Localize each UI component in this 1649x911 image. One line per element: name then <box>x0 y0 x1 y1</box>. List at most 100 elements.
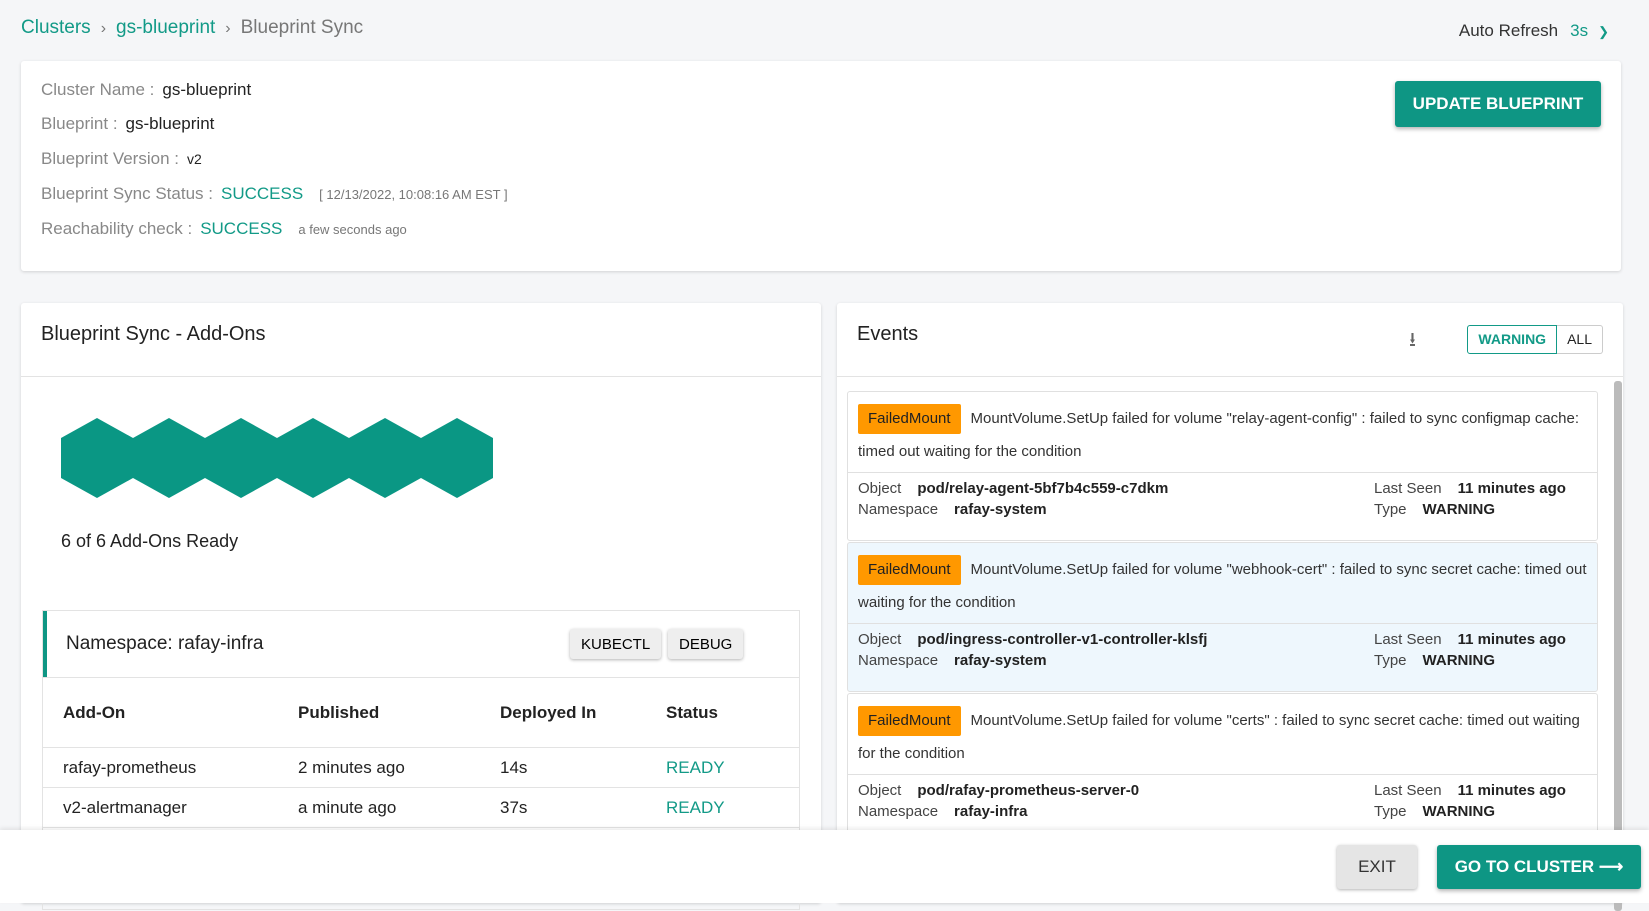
chevron-down-icon: ❯ <box>1598 24 1609 39</box>
event-reason-badge: FailedMount <box>858 404 961 434</box>
accent-bar <box>43 611 47 677</box>
event-namespace: Namespace rafay-infra <box>858 803 1027 820</box>
addons-panel: Blueprint Sync - Add-Ons 6 of 6 Add-Ons … <box>21 303 821 910</box>
namespace-title: Namespace: rafay-infra <box>66 633 264 654</box>
event-item: FailedMount MountVolume.SetUp failed for … <box>847 391 1598 541</box>
label: Blueprint : <box>41 114 118 133</box>
label: Blueprint Version : <box>41 149 179 168</box>
addon-hexagon[interactable] <box>277 418 349 498</box>
auto-refresh-value: 3s <box>1570 21 1589 40</box>
label: Object <box>858 480 902 497</box>
value: rafay-system <box>954 501 1047 518</box>
event-type: Type WARNING <box>1374 501 1495 518</box>
breadcrumb-clusters[interactable]: Clusters <box>21 17 91 38</box>
event-reason-badge: FailedMount <box>858 706 961 736</box>
blueprint-version: v2 <box>186 151 202 167</box>
divider <box>21 376 821 377</box>
value: 11 minutes ago <box>1457 631 1566 648</box>
update-blueprint-button[interactable]: UPDATE BLUEPRINT <box>1395 81 1601 127</box>
event-namespace: Namespace rafay-system <box>858 652 1047 669</box>
go-to-cluster-button[interactable]: GO TO CLUSTER ⟶ <box>1437 845 1641 889</box>
label: Type <box>1374 652 1407 669</box>
value: pod/relay-agent-5bf7b4c559-c7dkm <box>917 480 1169 497</box>
download-icon[interactable]: ⭳ <box>1409 325 1416 359</box>
column-header: Published <box>278 677 480 748</box>
value: rafay-system <box>954 652 1047 669</box>
breadcrumb-cluster[interactable]: gs-blueprint <box>116 17 215 38</box>
label: Object <box>858 782 902 799</box>
addons-ready-text: 6 of 6 Add-Ons Ready <box>61 531 239 551</box>
go-label: GO TO CLUSTER <box>1454 857 1595 876</box>
addon-hexagon[interactable] <box>61 418 133 498</box>
value: 11 minutes ago <box>1457 480 1566 497</box>
addon-hexagon[interactable] <box>349 418 421 498</box>
label: Cluster Name : <box>41 80 155 99</box>
debug-button[interactable]: DEBUG <box>668 629 744 659</box>
panel-title: Events <box>857 323 919 345</box>
sync-status: SUCCESS <box>220 184 304 203</box>
event-header: FailedMount MountVolume.SetUp failed for … <box>848 543 1597 624</box>
value: pod/ingress-controller-v1-controller-kls… <box>917 631 1208 648</box>
label: Type <box>1374 501 1407 518</box>
sync-time: [ 12/13/2022, 10:08:16 AM EST ] <box>319 187 508 202</box>
status: READY <box>646 787 799 828</box>
addons-table: Add-On Published Deployed In Status rafa… <box>43 677 799 828</box>
label: Last Seen <box>1374 631 1442 648</box>
event-namespace: Namespace rafay-system <box>858 501 1047 518</box>
label: Object <box>858 631 902 648</box>
reachability-status: SUCCESS <box>200 219 283 238</box>
event-object: Object pod/relay-agent-5bf7b4c559-c7dkm <box>858 480 1168 497</box>
event-last-seen: Last Seen 11 minutes ago <box>1374 631 1566 648</box>
label: Namespace <box>858 501 939 518</box>
deployed-in: 37s <box>480 787 646 828</box>
event-last-seen: Last Seen 11 minutes ago <box>1374 782 1566 799</box>
published: a minute ago <box>278 787 480 828</box>
kubectl-button[interactable]: KUBECTL <box>570 629 662 659</box>
event-object: Object pod/ingress-controller-v1-controll… <box>858 631 1207 648</box>
column-header: Deployed In <box>480 677 646 748</box>
label: Type <box>1374 803 1407 820</box>
filter-warning[interactable]: WARNING <box>1467 325 1558 354</box>
label: Last Seen <box>1374 480 1442 497</box>
addon-hexagon[interactable] <box>133 418 205 498</box>
panel-title: Blueprint Sync - Add-Ons <box>41 323 266 345</box>
addon-name: rafay-prometheus <box>43 747 278 788</box>
auto-refresh-select[interactable]: Auto Refresh 3s ❯ <box>1459 21 1609 41</box>
footer-bar: EXIT GO TO CLUSTER ⟶ <box>0 830 1649 903</box>
events-panel: Events ⭳ WARNING ALL FailedMount MountVol… <box>837 303 1623 911</box>
cluster-info-card: Cluster Name : gs-blueprint Blueprint : gs… <box>21 61 1621 271</box>
event-reason-badge: FailedMount <box>858 555 961 585</box>
event-message: MountVolume.SetUp failed for volume "cer… <box>858 712 1580 762</box>
status: READY <box>646 747 799 788</box>
chevron-right-icon: › <box>100 20 107 37</box>
value: rafay-infra <box>954 803 1028 820</box>
label: Namespace <box>858 652 939 669</box>
addon-hexagon[interactable] <box>421 418 493 498</box>
column-header: Add-On <box>43 677 278 748</box>
column-header: Status <box>646 677 799 748</box>
exit-button[interactable]: EXIT <box>1337 845 1417 889</box>
event-type: Type WARNING <box>1374 803 1495 820</box>
value: WARNING <box>1422 803 1496 820</box>
label: Reachability check : <box>41 219 193 238</box>
addon-hexagons <box>61 418 493 498</box>
event-last-seen: Last Seen 11 minutes ago <box>1374 480 1566 497</box>
blueprint-name: gs-blueprint <box>125 114 215 133</box>
filter-all[interactable]: ALL <box>1557 325 1603 354</box>
addon-name: v2-alertmanager <box>43 787 278 828</box>
chevron-right-icon: › <box>225 20 231 37</box>
published: 2 minutes ago <box>278 747 480 788</box>
value: WARNING <box>1422 501 1496 518</box>
event-message: MountVolume.SetUp failed for volume "web… <box>858 561 1587 611</box>
event-header: FailedMount MountVolume.SetUp failed for … <box>848 694 1597 775</box>
addon-hexagon[interactable] <box>205 418 277 498</box>
value: 11 minutes ago <box>1457 782 1566 799</box>
event-object: Object pod/rafay-prometheus-server-0 <box>858 782 1139 799</box>
label: Last Seen <box>1374 782 1442 799</box>
label: Namespace <box>858 803 939 820</box>
label: Blueprint Sync Status : <box>41 184 213 203</box>
auto-refresh-label: Auto Refresh <box>1458 21 1559 40</box>
divider <box>837 376 1623 377</box>
breadcrumb-current: Blueprint Sync <box>240 17 364 38</box>
cluster-name: gs-blueprint <box>162 80 252 99</box>
